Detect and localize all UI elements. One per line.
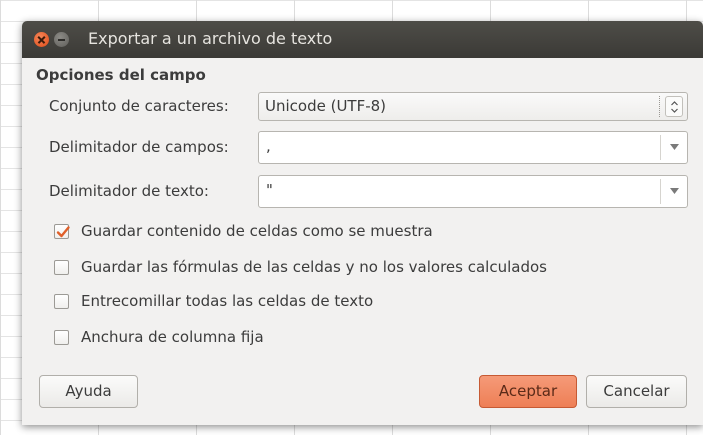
dropdown-arrow-icon[interactable] (670, 188, 679, 194)
option-label: Guardar contenido de celdas como se mues… (81, 222, 433, 240)
option-label: Anchura de columna fija (81, 328, 264, 346)
charset-select[interactable]: Unicode (UTF-8) (258, 92, 688, 121)
close-icon[interactable] (34, 32, 49, 47)
ok-button[interactable]: Aceptar (479, 375, 577, 408)
option-label: Entrecomillar todas las celdas de texto (81, 292, 374, 310)
checkbox[interactable] (54, 260, 69, 275)
minimize-icon[interactable] (54, 32, 69, 47)
spin-up-icon[interactable] (671, 101, 678, 106)
dialog-title: Exportar a un archivo de texto (88, 29, 333, 48)
charset-value: Unicode (UTF-8) (265, 97, 387, 115)
spin-down-icon[interactable] (671, 108, 678, 113)
field-delimiter-combo[interactable]: , (258, 131, 688, 164)
export-text-dialog: Exportar a un archivo de texto Opciones … (22, 21, 703, 425)
title-bar[interactable]: Exportar a un archivo de texto (22, 21, 703, 58)
dropdown-arrow-icon[interactable] (670, 144, 679, 150)
spin-button[interactable] (665, 96, 683, 117)
field-delimiter-label: Delimitador de campos: (49, 138, 229, 156)
text-delimiter-label: Delimitador de texto: (49, 182, 209, 200)
option-label: Guardar las fórmulas de las celdas y no … (81, 258, 547, 276)
cancel-button[interactable]: Cancelar (586, 375, 687, 408)
help-button[interactable]: Ayuda (39, 375, 138, 408)
spin-divider (659, 96, 660, 117)
checkbox[interactable] (54, 294, 69, 309)
combo-divider (660, 179, 661, 204)
section-title: Opciones del campo (36, 66, 206, 84)
text-delimiter-combo[interactable]: " (258, 175, 688, 208)
text-delimiter-value[interactable]: " (266, 181, 273, 199)
checkbox[interactable] (54, 330, 69, 345)
checkbox-checked[interactable] (54, 224, 70, 239)
field-delimiter-value[interactable]: , (266, 137, 271, 155)
checkmark-icon (56, 226, 70, 238)
charset-label: Conjunto de caracteres: (49, 97, 229, 115)
combo-divider (660, 135, 661, 160)
